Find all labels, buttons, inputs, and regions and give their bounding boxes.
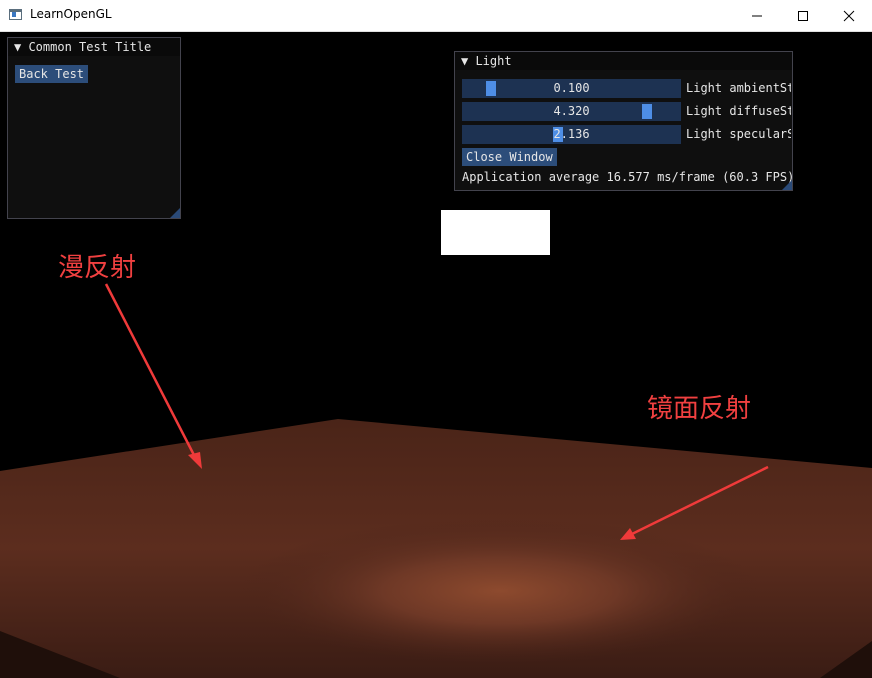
- resize-grip[interactable]: [782, 180, 792, 190]
- ambient-slider[interactable]: 0.100: [462, 79, 681, 98]
- slider-value: 4.320: [553, 104, 590, 118]
- specular-label: Light specularS: [686, 127, 791, 141]
- specular-slider[interactable]: 2.136: [462, 125, 681, 144]
- ambient-label: Light ambientSt: [686, 81, 791, 95]
- specular-annotation: 镜面反射: [647, 394, 752, 424]
- close-button[interactable]: [826, 0, 872, 31]
- panel-header[interactable]: ▼ Light: [455, 52, 792, 70]
- maximize-icon: [798, 10, 808, 21]
- light-cube: [441, 210, 550, 255]
- panel-header[interactable]: ▼ Common Test Title: [8, 38, 180, 56]
- minimize-icon: [752, 15, 762, 16]
- common-test-panel[interactable]: ▼ Common Test Title Back Test: [7, 37, 181, 219]
- app-icon: [9, 9, 22, 20]
- window-title: LearnOpenGL: [30, 7, 112, 21]
- title-bar[interactable]: LearnOpenGL: [0, 0, 872, 32]
- render-viewport[interactable]: 漫反射 镜面反射 ▼ Common Test Title Back Test ▼…: [0, 31, 872, 678]
- diffuse-label: Light diffuseSt: [686, 104, 791, 118]
- minimize-button[interactable]: [734, 0, 780, 31]
- floor-specular-highlight: [0, 419, 872, 678]
- back-test-button[interactable]: Back Test: [15, 65, 89, 83]
- maximize-button[interactable]: [780, 0, 826, 31]
- fps-stats: Application average 16.577 ms/frame (60.…: [462, 170, 795, 184]
- diffuse-annotation: 漫反射: [58, 253, 137, 283]
- light-panel[interactable]: ▼ Light 0.100 Light ambientSt 4.320 Ligh…: [454, 51, 795, 191]
- resize-grip[interactable]: [170, 208, 180, 218]
- diffuse-slider[interactable]: 4.320: [462, 102, 681, 121]
- close-icon: [843, 10, 855, 21]
- diffuse-arrow: [104, 283, 198, 460]
- close-window-button[interactable]: Close Window: [462, 148, 557, 166]
- slider-value: 2.136: [553, 127, 590, 141]
- slider-value: 0.100: [553, 81, 590, 95]
